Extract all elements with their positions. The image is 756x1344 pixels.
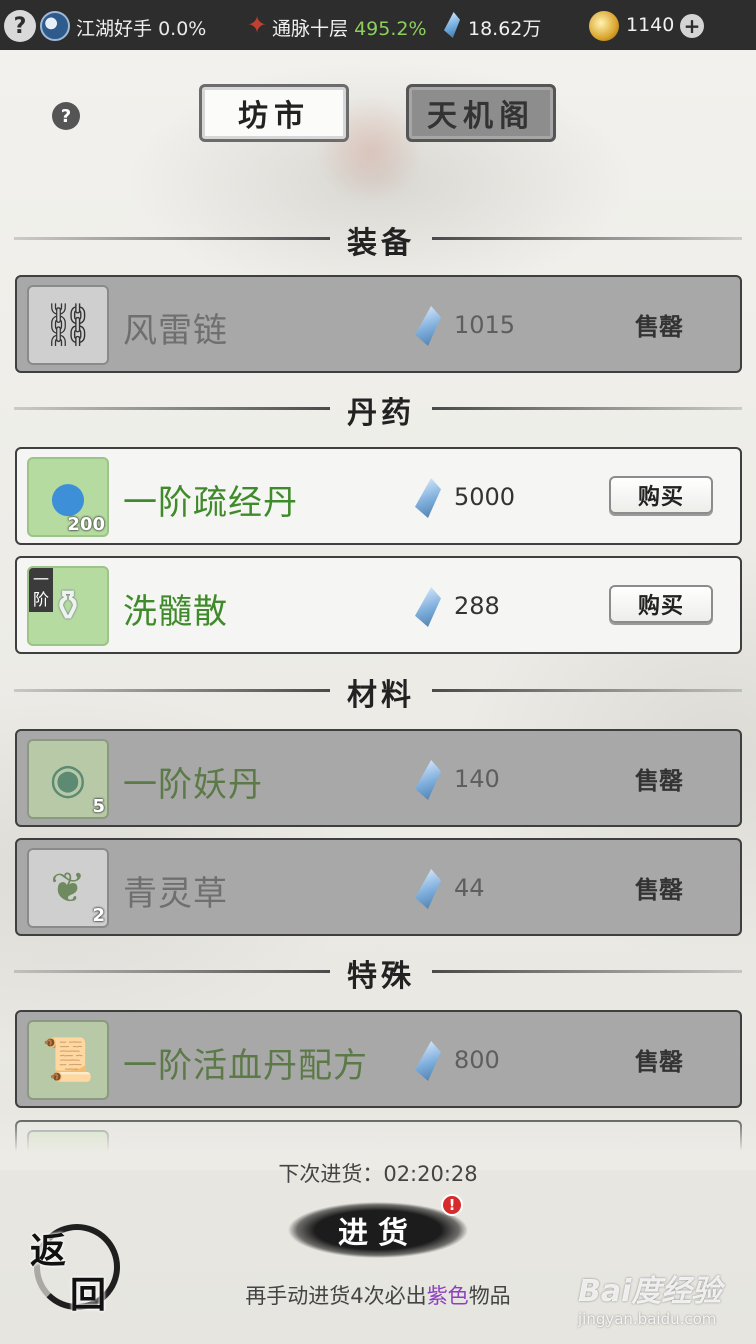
rank-label: 江湖好手 (76, 18, 153, 40)
back-label-char2: 回 (70, 1274, 107, 1316)
shop-item-row: 📜 一阶活血丹配方 800 售罄 (15, 1010, 742, 1108)
section-title: 装备 (347, 226, 415, 261)
shop-item-row: ◉ 5 一阶妖丹 140 售罄 (15, 729, 742, 827)
realm-label: 通脉十层 (272, 18, 349, 40)
meridian-icon: ✦ (246, 11, 268, 39)
item-thumbnail: ● 200 (27, 457, 109, 537)
spirit-stone-count: 18.62万 (468, 18, 542, 40)
item-name: 一阶妖丹 (123, 765, 263, 805)
tab-market[interactable]: 坊市 (199, 84, 349, 142)
spirit-crystal-icon (415, 869, 441, 909)
restock-timer-value: 02:20:28 (383, 1162, 478, 1186)
realm-info: 通脉十层 495.2% (272, 14, 427, 41)
watermark-url: jingyan.baidu.com (578, 1310, 717, 1328)
restock-timer: 下次进货：02:20:28 (0, 1158, 756, 1188)
spirit-crystal-icon (415, 760, 441, 800)
spirit-crystal-icon (415, 306, 441, 346)
realm-percent: 495.2% (354, 18, 427, 40)
buy-button[interactable]: 购买 (609, 585, 713, 623)
item-price: 140 (454, 765, 500, 793)
item-quantity: 5 (92, 796, 105, 817)
rank-percent: 0.0% (158, 18, 207, 40)
restock-timer-label: 下次进货： (278, 1162, 384, 1186)
watermark-logo-text: Bai度经验 (578, 1274, 722, 1309)
item-name: 青灵草 (123, 874, 228, 914)
item-thumbnail: ⚱ 一阶 (27, 566, 109, 646)
section-header-materials: 材料 (14, 670, 742, 713)
rank-info: 江湖好手 0.0% (76, 14, 206, 41)
section-divider (14, 970, 330, 973)
sold-out-label: 售罄 (635, 1048, 683, 1076)
sold-out-label: 售罄 (635, 876, 683, 904)
coin-count: 1140 (626, 14, 675, 36)
shop-item-row: ● 200 一阶疏经丹 5000 购买 (15, 447, 742, 545)
section-divider (432, 970, 742, 973)
item-name: 一阶疏经丹 (123, 483, 298, 523)
coin-icon (589, 11, 619, 41)
item-price: 800 (454, 1046, 500, 1074)
section-title: 材料 (347, 678, 415, 713)
spirit-crystal-icon (415, 587, 441, 627)
section-divider (14, 689, 330, 692)
item-price: 1015 (454, 311, 516, 339)
spirit-crystal-icon (415, 1041, 441, 1081)
section-divider (14, 407, 330, 410)
hint-suffix: 物品 (468, 1284, 511, 1308)
section-header-equipment: 装备 (14, 218, 742, 261)
item-name: 一阶活血丹配方 (123, 1046, 368, 1086)
taiji-icon (40, 11, 70, 41)
recipe-scroll-icon: 📜 (41, 1035, 95, 1084)
section-divider (432, 407, 742, 410)
section-divider (432, 689, 742, 692)
help-icon[interactable]: ? (4, 10, 36, 42)
sold-out-label: 售罄 (635, 767, 683, 795)
status-bar: ? 江湖好手 0.0% ✦ 通脉十层 495.2% 18.62万 1140 + (0, 0, 756, 50)
item-thumbnail: 📜 (27, 1020, 109, 1100)
item-thumbnail: ❦ 2 (27, 848, 109, 928)
shop-item-row: ❦ 2 青灵草 44 售罄 (15, 838, 742, 936)
hint-prefix: 再手动进货4次必出 (245, 1284, 427, 1308)
chain-weapon-icon: ⛓ (41, 300, 95, 349)
item-price: 5000 (454, 483, 516, 511)
item-thumbnail: ◉ 5 (27, 739, 109, 819)
item-tier-badge: 一阶 (29, 568, 53, 612)
section-divider (14, 237, 330, 240)
item-name: 洗髓散 (123, 592, 228, 632)
item-quantity: 200 (67, 514, 105, 535)
shop-item-row: ⛓ 风雷链 1015 售罄 (15, 275, 742, 373)
shop-help-icon[interactable]: ? (52, 102, 80, 130)
back-button[interactable]: 返 回 (22, 1220, 122, 1316)
item-price: 44 (454, 874, 485, 902)
section-header-pills: 丹药 (14, 388, 742, 431)
alert-badge-icon: ! (441, 1194, 463, 1216)
item-price: 288 (454, 592, 500, 620)
tab-tianji-pavilion[interactable]: 天机阁 (406, 84, 556, 142)
item-thumbnail: ⛓ (27, 285, 109, 365)
section-title: 特殊 (347, 959, 415, 994)
back-label-char1: 返 (30, 1230, 67, 1272)
spirit-crystal-icon (415, 478, 441, 518)
item-name: 风雷链 (123, 311, 228, 351)
section-header-special: 特殊 (14, 951, 742, 994)
item-quantity: 2 (92, 905, 105, 926)
buy-button[interactable]: 购买 (609, 476, 713, 514)
shop-item-row: ⚱ 一阶 洗髓散 288 购买 (15, 556, 742, 654)
hint-highlight: 紫色 (426, 1284, 469, 1308)
sold-out-label: 售罄 (635, 313, 683, 341)
watermark: Bai度经验 jingyan.baidu.com (578, 1266, 748, 1328)
add-coins-button[interactable]: + (680, 14, 704, 38)
section-divider (432, 237, 742, 240)
spirit-crystal-icon (444, 12, 460, 38)
section-title: 丹药 (347, 396, 415, 431)
